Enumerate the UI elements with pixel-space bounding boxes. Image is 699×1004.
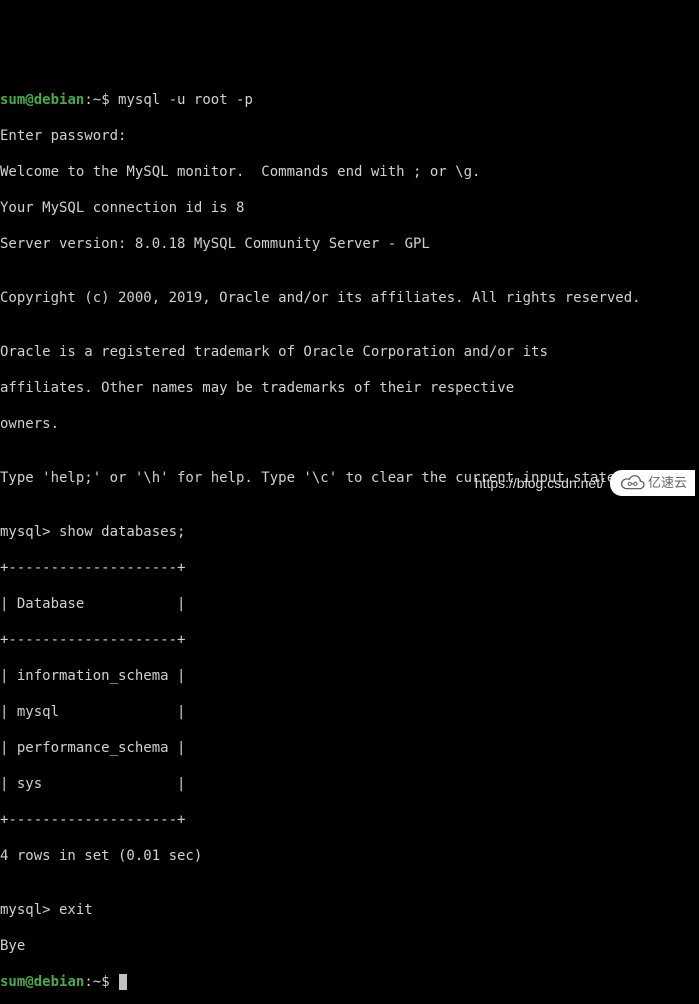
prompt-host: debian xyxy=(34,92,85,108)
output-line: Server version: 8.0.18 MySQL Community S… xyxy=(0,235,699,253)
output-line: Welcome to the MySQL monitor. Commands e… xyxy=(0,163,699,181)
output-line: Oracle is a registered trademark of Orac… xyxy=(0,343,699,361)
prompt-user: sum xyxy=(0,974,25,990)
output-line: Type 'help;' or '\h' for help. Type '\c'… xyxy=(0,469,699,487)
table-row: | performance_schema | xyxy=(0,739,699,757)
mysql-prompt-line: mysql> exit xyxy=(0,901,699,919)
cursor-icon xyxy=(119,974,127,990)
prompt-symbol: $ xyxy=(101,974,118,990)
result-summary: 4 rows in set (0.01 sec) xyxy=(0,847,699,865)
prompt-path: ~ xyxy=(93,974,101,990)
prompt-line-1: sum@debian:~$ mysql -u root -p xyxy=(0,91,699,109)
table-border: +--------------------+ xyxy=(0,811,699,829)
prompt-sep: : xyxy=(84,92,92,108)
terminal-output[interactable]: sum@debian:~$ mysql -u root -p Enter pas… xyxy=(0,72,699,1004)
table-border: +--------------------+ xyxy=(0,559,699,577)
output-line: Copyright (c) 2000, 2019, Oracle and/or … xyxy=(0,289,699,307)
table-header: | Database | xyxy=(0,595,699,613)
output-line: affiliates. Other names may be trademark… xyxy=(0,379,699,397)
output-line: Bye xyxy=(0,937,699,955)
prompt-symbol: $ xyxy=(101,92,118,108)
prompt-line-2: sum@debian:~$ xyxy=(0,973,699,991)
table-row: | information_schema | xyxy=(0,667,699,685)
table-border: +--------------------+ xyxy=(0,631,699,649)
prompt-user: sum xyxy=(0,92,25,108)
table-row: | mysql | xyxy=(0,703,699,721)
command-text: mysql -u root -p xyxy=(118,92,253,108)
prompt-sep: : xyxy=(84,974,92,990)
mysql-prompt-line: mysql> show databases; xyxy=(0,523,699,541)
output-line: Enter password: xyxy=(0,127,699,145)
table-row: | sys | xyxy=(0,775,699,793)
prompt-path: ~ xyxy=(93,92,101,108)
output-line: Your MySQL connection id is 8 xyxy=(0,199,699,217)
prompt-host: debian xyxy=(34,974,85,990)
prompt-at: @ xyxy=(25,92,33,108)
output-line: owners. xyxy=(0,415,699,433)
prompt-at: @ xyxy=(25,974,33,990)
